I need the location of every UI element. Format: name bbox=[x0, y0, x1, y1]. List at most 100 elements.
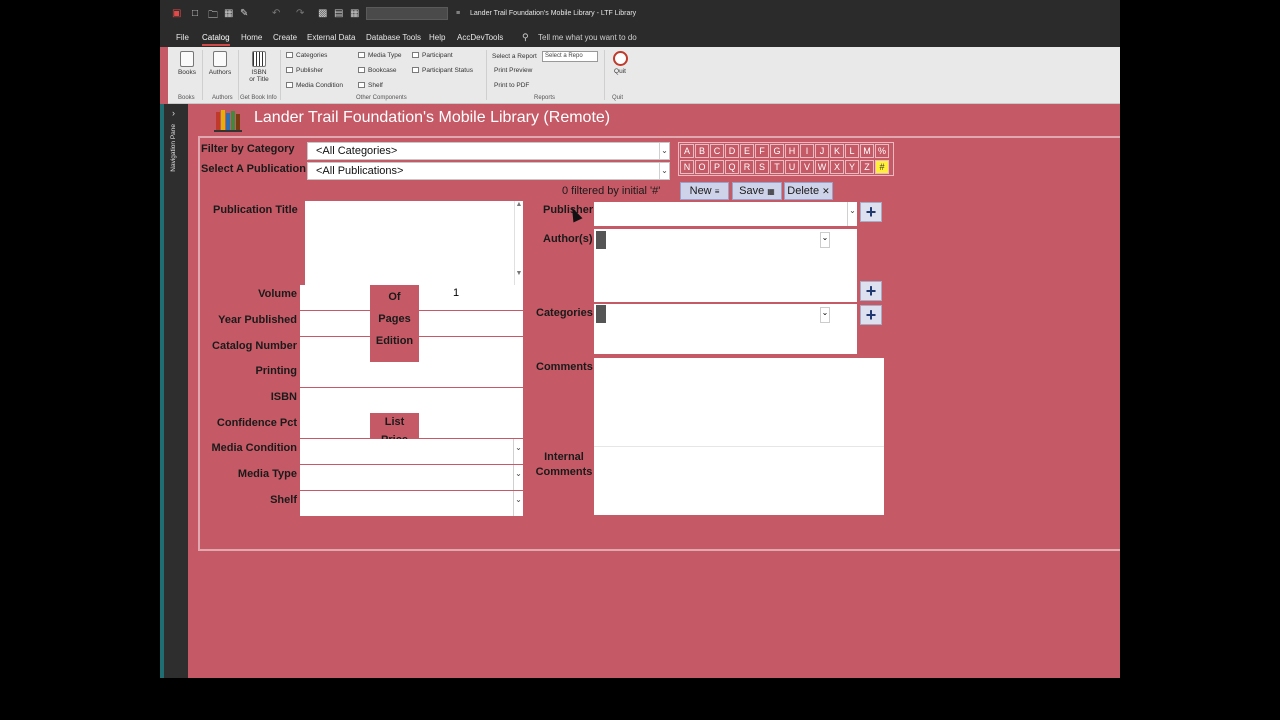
save-button[interactable]: Save ▦ bbox=[732, 182, 782, 200]
printing-textbox[interactable] bbox=[300, 362, 523, 387]
letter-filter-y[interactable]: Y bbox=[845, 160, 859, 174]
tab-database-tools[interactable]: Database Tools bbox=[366, 33, 421, 42]
publication-title-textbox[interactable]: ▲ ▼ bbox=[305, 201, 523, 285]
letter-filter-m[interactable]: M bbox=[860, 144, 874, 158]
letter-filter-e[interactable]: E bbox=[740, 144, 754, 158]
quit-button[interactable]: Quit bbox=[608, 51, 632, 75]
letter-filter-t[interactable]: T bbox=[770, 160, 784, 174]
chevron-down-icon[interactable]: ⌄ bbox=[659, 143, 669, 159]
record-selector[interactable] bbox=[596, 305, 606, 323]
internal-comments-textbox[interactable] bbox=[594, 447, 884, 515]
add-publisher-button[interactable]: + bbox=[860, 202, 882, 222]
tell-me-box[interactable]: Tell me what you want to do bbox=[538, 33, 637, 42]
letter-filter-c[interactable]: C bbox=[710, 144, 724, 158]
authors-button[interactable]: Authors bbox=[206, 51, 234, 76]
categories-button[interactable]: Categories bbox=[286, 52, 327, 59]
letter-filter-n[interactable]: N bbox=[680, 160, 694, 174]
tab-file[interactable]: File bbox=[176, 33, 189, 42]
letter-filter-b[interactable]: B bbox=[695, 144, 709, 158]
letter-filter-k[interactable]: K bbox=[830, 144, 844, 158]
chevron-down-icon[interactable]: ⌄ bbox=[847, 202, 857, 226]
add-author-button[interactable]: + bbox=[860, 281, 882, 301]
print-pdf-button[interactable]: Print to PDF bbox=[494, 82, 529, 89]
comments-textbox[interactable] bbox=[594, 358, 884, 446]
letter-filter-g[interactable]: G bbox=[770, 144, 784, 158]
quick-access-combo[interactable] bbox=[366, 7, 448, 20]
books-button[interactable]: Books bbox=[174, 51, 200, 76]
letter-filter-v[interactable]: V bbox=[800, 160, 814, 174]
letter-filter-i[interactable]: I bbox=[800, 144, 814, 158]
tab-help[interactable]: Help bbox=[429, 33, 445, 42]
chevron-down-icon[interactable]: ⌄ bbox=[820, 307, 830, 323]
participant-button[interactable]: Participant bbox=[412, 52, 453, 59]
categories-subform[interactable]: ⌄ bbox=[594, 304, 857, 354]
navigation-pane[interactable]: › Navigation Pane bbox=[160, 104, 188, 678]
save-icon[interactable]: ▦ bbox=[224, 8, 233, 19]
tab-accdevtools[interactable]: AccDevTools bbox=[457, 33, 503, 42]
letter-filter-w[interactable]: W bbox=[815, 160, 829, 174]
letter-filter-hash[interactable]: # bbox=[875, 160, 889, 174]
chevron-right-icon[interactable]: › bbox=[172, 108, 175, 118]
confidence-pct-textbox[interactable] bbox=[300, 413, 370, 438]
media-type-combo[interactable]: ⌄ bbox=[300, 465, 523, 490]
pages-textbox[interactable] bbox=[419, 311, 523, 336]
letter-filter-j[interactable]: J bbox=[815, 144, 829, 158]
letter-filter-p[interactable]: P bbox=[710, 160, 724, 174]
chevron-down-icon[interactable]: ⌄ bbox=[659, 163, 669, 179]
chevron-down-icon[interactable]: ⌄ bbox=[513, 465, 523, 490]
letter-filter-q[interactable]: Q bbox=[725, 160, 739, 174]
volume-of-textbox[interactable]: 1 bbox=[419, 285, 523, 310]
tab-catalog[interactable]: Catalog bbox=[202, 33, 230, 46]
chart-icon[interactable]: ▩ bbox=[318, 8, 327, 19]
tab-home[interactable]: Home bbox=[241, 33, 262, 42]
new-file-icon[interactable]: □ bbox=[192, 8, 198, 19]
redo-icon[interactable]: ↷ bbox=[296, 8, 304, 19]
customize-icon[interactable]: ≡ bbox=[456, 10, 460, 17]
volume-textbox[interactable] bbox=[300, 285, 370, 310]
record-selector[interactable] bbox=[596, 231, 606, 249]
chevron-down-icon[interactable]: ⌄ bbox=[820, 232, 830, 248]
shelf-combo[interactable]: ⌄ bbox=[300, 491, 523, 516]
letter-filter-a[interactable]: A bbox=[680, 144, 694, 158]
letter-filter-l[interactable]: L bbox=[845, 144, 859, 158]
undo-icon[interactable]: ↶ bbox=[272, 8, 280, 19]
letter-filter-s[interactable]: S bbox=[755, 160, 769, 174]
layout-icon[interactable]: ▦ bbox=[350, 8, 359, 19]
participant-status-button[interactable]: Participant Status bbox=[412, 67, 473, 74]
letter-filter-z[interactable]: Z bbox=[860, 160, 874, 174]
letter-filter-o[interactable]: O bbox=[695, 160, 709, 174]
shelf-button[interactable]: Shelf bbox=[358, 82, 383, 89]
letter-filter-r[interactable]: R bbox=[740, 160, 754, 174]
scrollbar[interactable]: ▲ ▼ bbox=[514, 201, 523, 285]
select-report-combo[interactable]: Select a Repo bbox=[542, 51, 598, 62]
media-type-button[interactable]: Media Type bbox=[358, 52, 401, 59]
isbn-textbox[interactable] bbox=[300, 388, 523, 413]
letter-filter-h[interactable]: H bbox=[785, 144, 799, 158]
delete-button[interactable]: Delete ✕ bbox=[784, 182, 833, 200]
tab-create[interactable]: Create bbox=[273, 33, 297, 42]
publisher-button[interactable]: Publisher bbox=[286, 67, 323, 74]
tab-external-data[interactable]: External Data bbox=[307, 33, 355, 42]
letter-filter-d[interactable]: D bbox=[725, 144, 739, 158]
publisher-combo[interactable]: ⌄ bbox=[594, 202, 857, 226]
open-folder-icon[interactable]: 🗀 bbox=[208, 8, 218, 25]
select-publication-combo[interactable]: <All Publications> ⌄ bbox=[307, 162, 670, 180]
letter-filter-f[interactable]: F bbox=[755, 144, 769, 158]
authors-subform[interactable]: ⌄ bbox=[594, 229, 857, 302]
letter-filter-x[interactable]: X bbox=[830, 160, 844, 174]
bookcase-button[interactable]: Bookcase bbox=[358, 67, 397, 74]
add-category-button[interactable]: + bbox=[860, 305, 882, 325]
filter-category-combo[interactable]: <All Categories> ⌄ bbox=[307, 142, 670, 160]
chevron-down-icon[interactable]: ⌄ bbox=[513, 439, 523, 464]
list-price-textbox[interactable] bbox=[419, 413, 523, 438]
media-condition-combo[interactable]: ⌄ bbox=[300, 439, 523, 464]
letter-filter-percent[interactable]: % bbox=[875, 144, 889, 158]
new-button[interactable]: New ≡ bbox=[680, 182, 729, 200]
edition-textbox[interactable] bbox=[419, 337, 523, 362]
isbn-or-title-button[interactable]: ISBN or Title bbox=[242, 51, 276, 83]
chevron-down-icon[interactable]: ⌄ bbox=[513, 491, 523, 516]
form-view-icon[interactable]: ▤ bbox=[334, 8, 343, 19]
letter-filter-u[interactable]: U bbox=[785, 160, 799, 174]
catalog-number-textbox[interactable] bbox=[300, 337, 370, 362]
edit-icon[interactable]: ✎ bbox=[240, 8, 248, 19]
